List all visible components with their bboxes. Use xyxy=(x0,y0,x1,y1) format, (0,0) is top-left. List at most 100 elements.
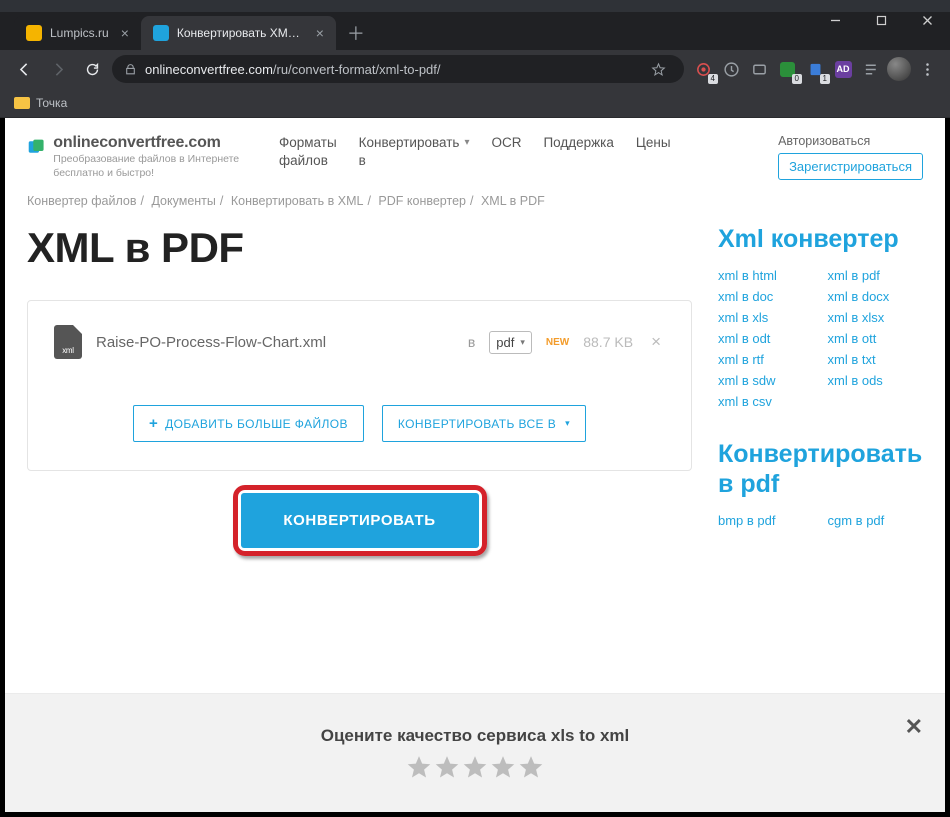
nav-prices[interactable]: Цены xyxy=(636,134,671,152)
extension-icon[interactable]: AD xyxy=(830,56,856,82)
tab-lumpics[interactable]: Lumpics.ru × xyxy=(14,16,141,50)
chevron-down-icon: ▾ xyxy=(520,337,525,348)
star-icon[interactable] xyxy=(490,754,516,780)
breadcrumb-link[interactable]: Конвертер файлов xyxy=(27,194,136,208)
close-icon[interactable]: × xyxy=(316,26,324,40)
bookmarks-bar: Точка xyxy=(0,88,950,118)
brand-tagline: Преобразование файлов в Интернете беспла… xyxy=(53,152,257,180)
to-label: в xyxy=(468,334,475,350)
extension-icon[interactable]: 0 xyxy=(774,56,800,82)
sidebar-heading: Xml конвертер xyxy=(718,224,923,254)
address-bar[interactable]: onlineconvertfree.com/ru/convert-format/… xyxy=(112,55,684,83)
sidebar-link[interactable]: bmp в pdf xyxy=(718,513,814,528)
breadcrumb-link[interactable]: Документы xyxy=(151,194,215,208)
auth-block: Авторизоваться Зарегистрироваться xyxy=(778,134,923,180)
star-icon[interactable] xyxy=(434,754,460,780)
star-icon[interactable] xyxy=(518,754,544,780)
new-tab-button[interactable]: ＋ xyxy=(342,19,370,47)
logo[interactable]: onlineconvertfree.com Преобразование фай… xyxy=(27,134,257,180)
sidebar-link[interactable]: cgm в pdf xyxy=(828,513,924,528)
kebab-menu-icon[interactable] xyxy=(914,56,940,82)
format-select[interactable]: pdf▾ xyxy=(489,331,532,354)
sidebar-link[interactable]: xml в xls xyxy=(718,310,814,325)
rating-stars xyxy=(406,754,544,780)
star-icon[interactable] xyxy=(644,55,672,83)
breadcrumb-current: XML в PDF xyxy=(481,194,545,208)
file-type-icon: xml xyxy=(54,325,82,359)
favicon-icon xyxy=(153,25,169,41)
maximize-button[interactable] xyxy=(858,0,904,40)
chevron-down-icon: ▾ xyxy=(464,136,469,150)
register-button[interactable]: Зарегистрироваться xyxy=(778,153,923,180)
window-close-button[interactable] xyxy=(904,0,950,40)
reload-button[interactable] xyxy=(78,55,106,83)
sidebar-link[interactable]: xml в rtf xyxy=(718,352,814,367)
sidebar-heading: Конвертироватьв pdf xyxy=(718,439,923,499)
tab-title: Конвертировать XML в PDF он… xyxy=(177,26,304,40)
sidebar-link[interactable]: xml в ott xyxy=(828,331,924,346)
sidebar: Xml конвертер xml в html xml в pdf xml в… xyxy=(718,218,923,558)
convert-button[interactable]: КОНВЕРТИРОВАТЬ xyxy=(241,493,479,548)
sidebar-link[interactable]: xml в txt xyxy=(828,352,924,367)
file-name: Raise-PO-Process-Flow-Chart.xml xyxy=(96,334,454,351)
avatar[interactable] xyxy=(886,56,912,82)
nav-convert-to[interactable]: Конвертировать▾ в xyxy=(359,134,470,170)
sidebar-links-1: xml в html xml в pdf xml в doc xml в doc… xyxy=(718,268,923,409)
login-link[interactable]: Авторизоваться xyxy=(778,134,870,148)
window-controls xyxy=(812,0,950,40)
file-size: 88.7 KB xyxy=(583,334,633,350)
sidebar-link[interactable]: xml в docx xyxy=(828,289,924,304)
bookmark-item[interactable]: Точка xyxy=(36,96,67,110)
convert-button-wrap: КОНВЕРТИРОВАТЬ xyxy=(241,493,479,548)
star-icon[interactable] xyxy=(462,754,488,780)
logo-icon xyxy=(27,134,45,160)
sidebar-link[interactable]: xml в csv xyxy=(718,394,814,409)
lock-icon xyxy=(124,63,137,76)
reading-list-icon[interactable] xyxy=(858,56,884,82)
minimize-button[interactable] xyxy=(812,0,858,40)
browser-toolbar: onlineconvertfree.com/ru/convert-format/… xyxy=(0,50,950,88)
breadcrumb-link[interactable]: Конвертировать в XML xyxy=(231,194,364,208)
sidebar-link[interactable]: xml в pdf xyxy=(828,268,924,283)
favicon-icon xyxy=(26,25,42,41)
rating-bar: Оцените качество сервиса xls to xml ✕ xyxy=(5,694,945,812)
extension-icons: 4 0 1 AD xyxy=(690,56,940,82)
page-viewport: onlineconvertfree.com Преобразование фай… xyxy=(5,118,945,812)
tab-onlineconvertfree[interactable]: Конвертировать XML в PDF он… × xyxy=(141,16,336,50)
sidebar-link[interactable]: xml в sdw xyxy=(718,373,814,388)
folder-icon xyxy=(14,97,30,109)
back-button[interactable] xyxy=(10,55,38,83)
sidebar-link[interactable]: xml в xlsx xyxy=(828,310,924,325)
sidebar-link[interactable]: xml в html xyxy=(718,268,814,283)
breadcrumb-link[interactable]: PDF конвертер xyxy=(378,194,466,208)
file-row: xml Raise-PO-Process-Flow-Chart.xml в pd… xyxy=(54,325,665,359)
plus-icon: + xyxy=(149,415,158,432)
sidebar-link[interactable]: xml в odt xyxy=(718,331,814,346)
rating-close-button[interactable]: ✕ xyxy=(905,714,923,740)
sidebar-links-2: bmp в pdf cgm в pdf xyxy=(718,513,923,528)
convert-all-to-button[interactable]: КОНВЕРТИРОВАТЬ ВСЕ В ▾ xyxy=(382,405,586,442)
url-text: onlineconvertfree.com/ru/convert-format/… xyxy=(145,62,441,77)
extension-icon[interactable]: 4 xyxy=(690,56,716,82)
new-badge: NEW xyxy=(546,337,569,348)
file-card: xml Raise-PO-Process-Flow-Chart.xml в pd… xyxy=(27,300,692,471)
titlebar xyxy=(0,0,950,12)
close-icon[interactable]: × xyxy=(121,26,129,40)
extension-icon[interactable]: 1 xyxy=(802,56,828,82)
tab-strip: Lumpics.ru × Конвертировать XML в PDF он… xyxy=(0,12,950,50)
chevron-down-icon: ▾ xyxy=(565,418,570,429)
sidebar-link[interactable]: xml в doc xyxy=(718,289,814,304)
extension-icon[interactable] xyxy=(746,56,772,82)
star-icon[interactable] xyxy=(406,754,432,780)
page-title: XML в PDF xyxy=(27,224,692,272)
breadcrumb: Конвертер файлов/ Документы/ Конвертиров… xyxy=(5,190,945,218)
forward-button[interactable] xyxy=(44,55,72,83)
extension-icon[interactable] xyxy=(718,56,744,82)
site-header: onlineconvertfree.com Преобразование фай… xyxy=(5,118,945,190)
nav-ocr[interactable]: OCR xyxy=(491,134,521,152)
sidebar-link[interactable]: xml в ods xyxy=(828,373,924,388)
nav-support[interactable]: Поддержка xyxy=(543,134,613,152)
nav-formats[interactable]: Форматыфайлов xyxy=(279,134,337,170)
remove-file-button[interactable]: × xyxy=(647,332,665,352)
add-more-files-button[interactable]: + ДОБАВИТЬ БОЛЬШЕ ФАЙЛОВ xyxy=(133,405,364,442)
